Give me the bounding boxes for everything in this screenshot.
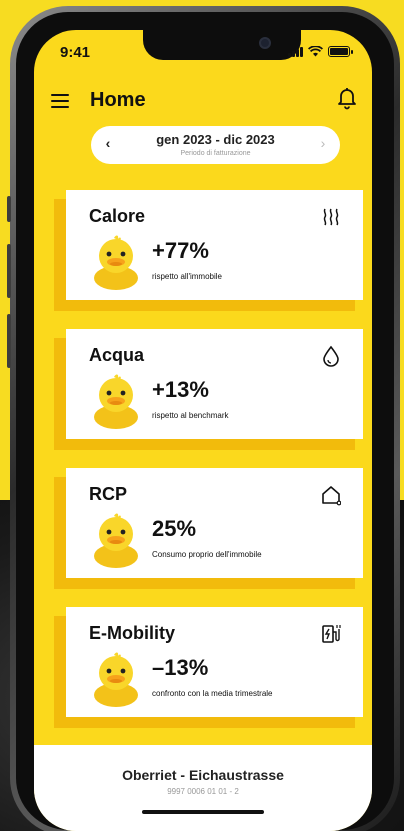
card-value: +77% (152, 238, 209, 263)
billing-period-selector: ‹ gen 2023 - dic 2023 Periodo di fattura… (91, 126, 340, 164)
property-location: Oberriet - Eichaustrasse (122, 767, 284, 783)
period-range: gen 2023 - dic 2023 (156, 132, 275, 147)
house-icon (322, 486, 341, 506)
notch (143, 30, 301, 60)
card-description: rispetto all'immobile (152, 272, 222, 281)
card-rcp: RCP 25% Consumo proprio dell'immobile (54, 468, 364, 591)
property-id: 9997 0006 01 01 - 2 (167, 787, 239, 796)
wifi-icon (308, 46, 323, 57)
card-title: RCP (89, 484, 128, 504)
app-header: Home (34, 86, 372, 116)
card-acqua-body[interactable]: Acqua +13% rispetto al benchmark (66, 329, 363, 439)
card-acqua: Acqua +13% rispetto al benchmark (54, 329, 364, 452)
mute-switch (7, 196, 11, 222)
signal-icon (288, 47, 303, 57)
card-title: Acqua (89, 345, 145, 365)
property-footer[interactable]: Oberriet - Eichaustrasse 9997 0006 01 01… (34, 745, 372, 831)
status-icons (288, 46, 353, 57)
duck-mascot (94, 652, 138, 707)
menu-icon[interactable] (51, 94, 69, 108)
card-description: confronto con la media trimestrale (152, 689, 273, 698)
card-description: rispetto al benchmark (152, 411, 229, 420)
duck-mascot (94, 513, 138, 568)
card-title: Calore (89, 206, 146, 226)
battery-icon (328, 46, 353, 57)
water-drop-icon (323, 345, 339, 367)
volume-down-button (7, 314, 11, 368)
next-period-button[interactable]: › (315, 135, 331, 151)
card-title: E-Mobility (89, 623, 175, 643)
card-rcp-body[interactable]: RCP 25% Consumo proprio dell'immobile (66, 468, 363, 578)
card-e-mobility-body[interactable]: E-Mobility –13% confronto con la media t… (66, 607, 363, 717)
card-value: –13% (152, 655, 209, 680)
camera (259, 37, 271, 49)
card-e-mobility: E-Mobility –13% confronto con la media t… (54, 607, 364, 730)
duck-mascot (94, 235, 138, 290)
bell-icon[interactable] (336, 86, 358, 110)
card-description: Consumo proprio dell'immobile (152, 550, 262, 559)
home-indicator[interactable] (142, 810, 264, 814)
duck-mascot (94, 374, 138, 429)
volume-up-button (7, 244, 11, 298)
period-label: Periodo di fatturazione (180, 150, 251, 157)
card-calore-body[interactable]: Calore +77% rispetto all'immobile (66, 190, 363, 300)
card-value: 25% (152, 516, 197, 541)
ev-charger-icon (322, 625, 341, 643)
status-time: 9:41 (60, 44, 91, 61)
card-calore: Calore +77% rispetto all'immobile (54, 190, 364, 313)
card-value: +13% (152, 377, 209, 402)
heat-icon (323, 208, 339, 226)
page-title: Home (90, 89, 146, 111)
app-screen: 9:41 Home ‹ gen 2023 - dic 2023 Periodo … (34, 30, 372, 831)
